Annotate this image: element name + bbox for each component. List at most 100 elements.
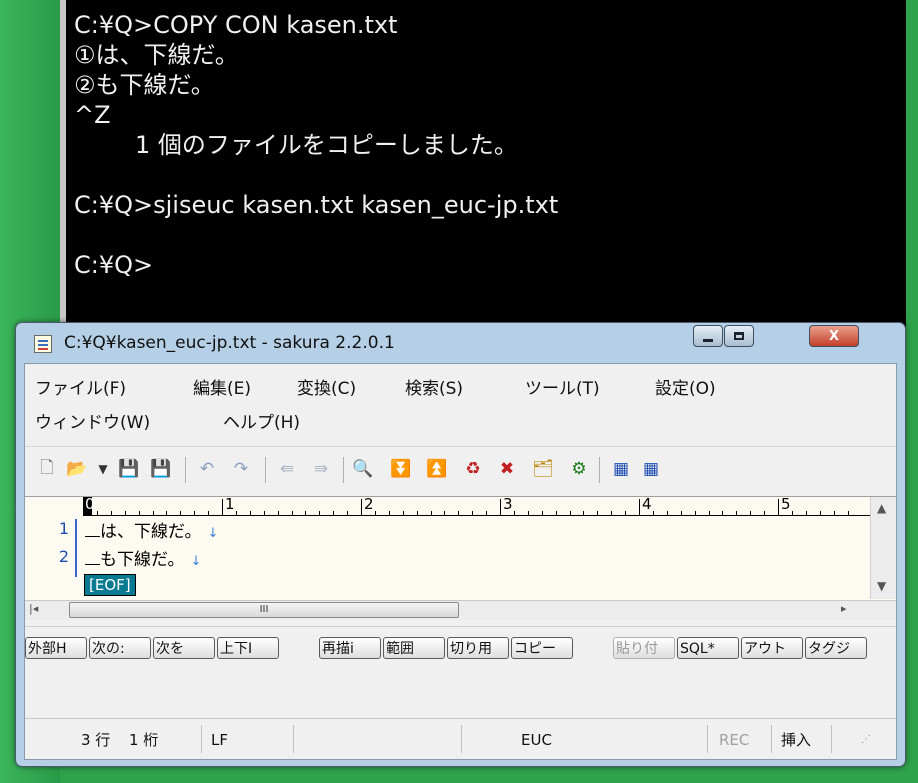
- ruler-minor-tick: [736, 511, 738, 515]
- status-separator: [293, 725, 294, 753]
- jump-forward-icon[interactable]: ⇛: [309, 457, 333, 481]
- grep-icon[interactable]: 🗂: [531, 457, 555, 481]
- replace-icon[interactable]: ♻: [461, 457, 485, 481]
- vertical-scrollbar[interactable]: ▲ ▼: [870, 497, 896, 599]
- ruler-minor-tick: [374, 511, 376, 515]
- ruler-minor-tick: [527, 511, 529, 515]
- fkey-9-button[interactable]: 貼り付: [613, 637, 675, 659]
- horizontal-scroll-thumb[interactable]: III: [69, 602, 459, 618]
- redo-icon[interactable]: ↷: [229, 457, 253, 481]
- ruler-minor-tick: [263, 511, 265, 515]
- fkey-7-button[interactable]: 切り用: [447, 637, 509, 659]
- fkey-12-button[interactable]: タグジ: [805, 637, 867, 659]
- menu-help[interactable]: ヘルプ(H): [223, 408, 300, 438]
- menu-settings[interactable]: 設定(O): [655, 374, 716, 404]
- undo-icon[interactable]: ↶: [195, 457, 219, 481]
- menu-search[interactable]: 検索(S): [405, 374, 463, 404]
- ruler-minor-tick: [416, 511, 418, 515]
- ruler-minor-tick: [666, 511, 668, 515]
- find-prev-icon[interactable]: ⏫: [425, 457, 449, 481]
- ruler-minor-tick: [486, 511, 488, 515]
- ruler-minor-tick: [833, 511, 835, 515]
- fkey-6-button[interactable]: 範囲: [383, 637, 445, 659]
- jump-back-icon[interactable]: ⇚: [275, 457, 299, 481]
- desktop-background-right: [906, 0, 918, 783]
- resize-grip-icon[interactable]: ⋰: [861, 729, 871, 751]
- editor-line[interactable]: も下線だ。 ↓: [85, 545, 201, 570]
- menu-tools[interactable]: ツール(T): [525, 374, 600, 404]
- editor-area[interactable]: 0 1 2 3 4 5 1 は、下線だ。 ↓ 2 も下線だ。 ↓ [EOF] ▲: [25, 495, 896, 600]
- console-window[interactable]: C:¥Q>COPY CON kasen.txt ①は、下線だ。 ②も下線だ。 ^…: [60, 0, 906, 330]
- fkey-1-button[interactable]: 外部H: [25, 637, 87, 659]
- open-dropdown-icon[interactable]: ▼: [91, 457, 115, 481]
- status-line: 3 行: [81, 731, 111, 749]
- ruler-minor-tick: [472, 511, 474, 515]
- scroll-right-icon[interactable]: ▸: [841, 602, 847, 615]
- status-insert-mode[interactable]: 挿入: [781, 729, 811, 751]
- fkey-2-button[interactable]: 次の:: [89, 637, 151, 659]
- console-line: ①は、下線だ。: [74, 41, 239, 69]
- settings-icon[interactable]: ▦: [639, 457, 663, 481]
- minimize-button[interactable]: [693, 325, 723, 347]
- console-line: C:¥Q>: [74, 251, 154, 279]
- toolbar: 🗋 📂 ▼ 💾 💾 ↶ ↷ ⇚ ⇛ 🔍 ⏬ ⏫ ♻ ✖ 🗂 ⚙ ▦ ▦: [25, 446, 896, 493]
- ruler-minor-tick: [458, 511, 460, 515]
- save-icon[interactable]: 💾: [117, 457, 141, 481]
- toolbar-separator: [343, 457, 344, 483]
- toolbar-separator: [265, 457, 266, 483]
- clear-highlight-icon[interactable]: ✖: [495, 457, 519, 481]
- sakura-window[interactable]: C:¥Q¥kasen_euc-jp.txt - sakura 2.2.0.1 X…: [15, 322, 906, 767]
- close-button[interactable]: X: [809, 325, 859, 347]
- fkey-8-button[interactable]: コピー: [511, 637, 573, 659]
- ruler-baseline: [83, 515, 871, 516]
- fkey-3-button[interactable]: 次を: [153, 637, 215, 659]
- app-icon[interactable]: [34, 335, 52, 353]
- console-line: ②も下線だ。: [74, 71, 215, 99]
- editor-line[interactable]: は、下線だ。 ↓: [85, 517, 218, 542]
- save-as-icon[interactable]: 💾: [149, 457, 173, 481]
- ruler-minor-tick: [96, 511, 98, 515]
- find-next-icon[interactable]: ⏬: [389, 457, 413, 481]
- menu-window[interactable]: ウィンドウ(W): [35, 408, 150, 438]
- ruler-minor-tick: [555, 511, 557, 515]
- underlined-space: [85, 536, 100, 537]
- ruler-minor-tick: [194, 511, 196, 515]
- toolbar-separator: [185, 457, 186, 483]
- client-area: ファイル(F) 編集(E) 変換(C) 検索(S) ツール(T) 設定(O) ウ…: [24, 363, 897, 760]
- eol-icon: ↓: [207, 526, 219, 541]
- title-bar[interactable]: C:¥Q¥kasen_euc-jp.txt - sakura 2.2.0.1 X: [16, 323, 905, 363]
- ruler[interactable]: 0 1 2 3 4 5: [25, 495, 871, 517]
- scroll-down-icon[interactable]: ▼: [877, 579, 886, 593]
- open-folder-icon[interactable]: 📂: [65, 457, 89, 481]
- maximize-button[interactable]: [724, 325, 754, 347]
- new-file-icon[interactable]: 🗋: [35, 457, 59, 481]
- ruler-minor-tick: [124, 511, 126, 515]
- fkey-4-button[interactable]: 上下I: [217, 637, 279, 659]
- scroll-left-icon[interactable]: |◂: [29, 602, 38, 615]
- ruler-minor-tick: [680, 511, 682, 515]
- scroll-up-icon[interactable]: ▲: [877, 501, 886, 515]
- fkey-11-button[interactable]: アウト: [741, 637, 803, 659]
- line-text: は、下線だ。: [100, 522, 202, 542]
- ruler-minor-tick: [819, 511, 821, 515]
- ruler-major-tick: [361, 499, 362, 515]
- eol-icon: ↓: [190, 554, 202, 569]
- ruler-minor-tick: [583, 511, 585, 515]
- menu-edit[interactable]: 編集(E): [193, 374, 251, 404]
- ruler-label: 2: [364, 495, 374, 513]
- ruler-minor-tick: [597, 511, 599, 515]
- ruler-label: 1: [225, 495, 235, 513]
- line-number: 1: [58, 519, 69, 538]
- find-icon[interactable]: 🔍: [351, 457, 375, 481]
- fkey-10-button[interactable]: SQL*: [677, 637, 739, 659]
- menu-convert[interactable]: 変換(C): [297, 374, 356, 404]
- menu-file[interactable]: ファイル(F): [35, 374, 126, 404]
- fkey-5-button[interactable]: 再描i: [319, 637, 381, 659]
- horizontal-scrollbar[interactable]: |◂ III ▸: [25, 600, 896, 620]
- ruler-minor-tick: [625, 511, 627, 515]
- compare-icon[interactable]: ▦: [609, 457, 633, 481]
- bracket-match-icon[interactable]: ⚙: [567, 457, 591, 481]
- ruler-minor-tick: [249, 511, 251, 515]
